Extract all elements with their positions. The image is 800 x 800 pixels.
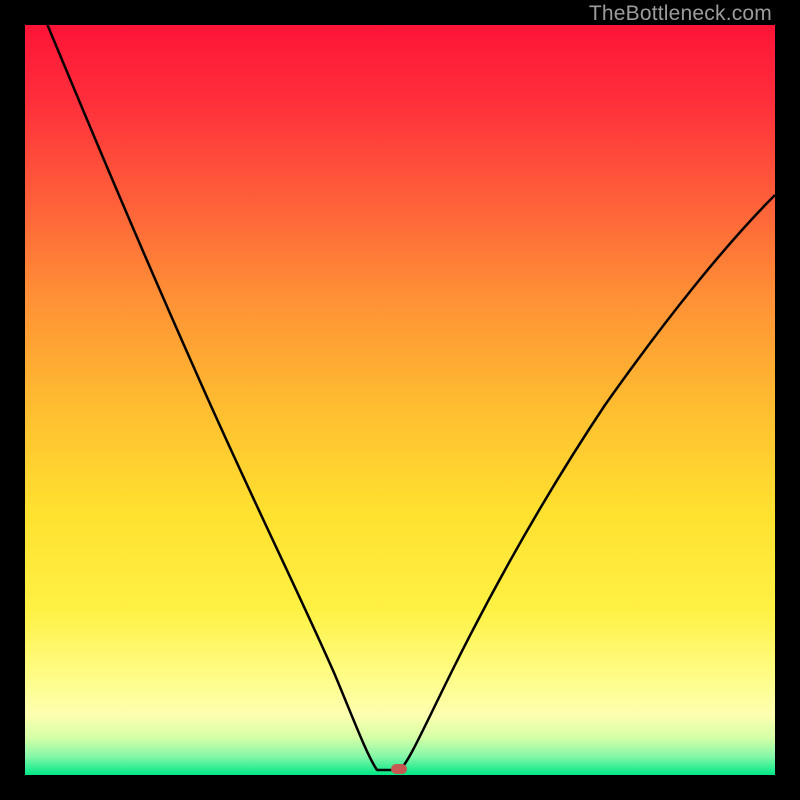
chart-frame: TheBottleneck.com [0, 0, 800, 800]
plot-area [25, 25, 775, 775]
watermark-label: TheBottleneck.com [589, 2, 772, 26]
min-marker-icon [391, 764, 407, 774]
bottleneck-curve [25, 25, 775, 775]
curve-path [48, 25, 776, 770]
